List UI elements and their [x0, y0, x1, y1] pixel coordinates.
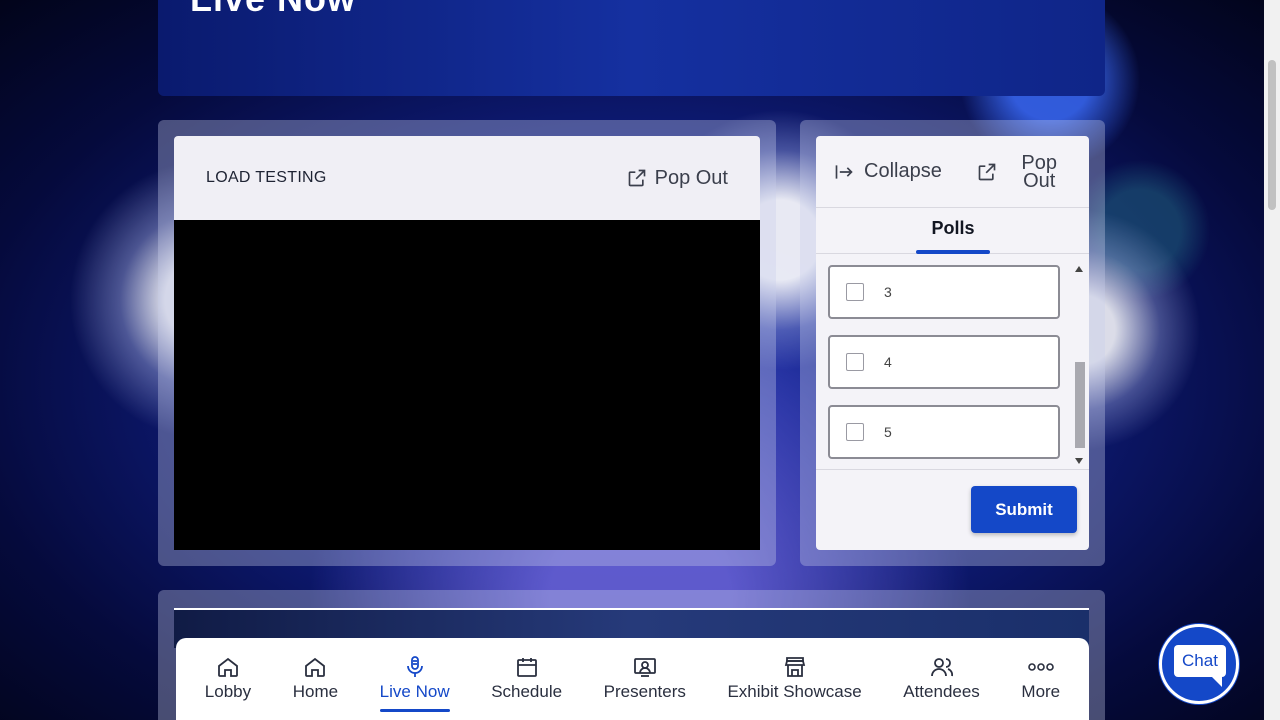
video-card: LOAD TESTING Pop Out — [174, 136, 760, 550]
video-header: LOAD TESTING Pop Out — [174, 136, 760, 220]
nav-label: Live Now — [379, 682, 450, 701]
collapse-arrow-icon — [835, 164, 853, 179]
house-icon — [215, 654, 241, 680]
nav-item-more[interactable]: More — [1021, 654, 1060, 712]
poll-option-label: 3 — [884, 284, 892, 300]
hero-banner: Live Now — [158, 0, 1105, 96]
scroll-down-arrow-icon[interactable] — [1075, 458, 1083, 464]
popout-line-2: Out — [1023, 169, 1056, 192]
page-scrollbar-thumb[interactable] — [1268, 60, 1276, 210]
poll-scrollbar-thumb[interactable] — [1075, 362, 1085, 448]
poll-checkbox[interactable] — [846, 283, 864, 301]
more-icon — [1027, 654, 1054, 680]
video-popout-label: Pop Out — [654, 166, 728, 189]
scroll-up-arrow-icon[interactable] — [1075, 266, 1083, 272]
nav-label: Lobby — [204, 682, 252, 701]
nav-item-schedule[interactable]: Schedule — [491, 654, 562, 712]
nav-label: Presenters — [603, 682, 686, 701]
side-panel: Collapse Pop Out Polls 3 4 5 Submit — [800, 120, 1105, 566]
users-icon — [929, 654, 955, 680]
submit-button[interactable]: Submit — [971, 486, 1077, 533]
nav-item-lobby[interactable]: Lobby — [205, 654, 251, 712]
poll-option[interactable]: 4 — [828, 335, 1060, 389]
side-popout-label: Pop Out — [1021, 153, 1057, 192]
side-tabs: Polls — [816, 208, 1089, 254]
bottom-nav: Lobby Home Live Now Schedule Presenters … — [176, 638, 1089, 720]
poll-option-label: 4 — [884, 354, 892, 370]
chat-bubble-icon: Chat — [1174, 645, 1226, 687]
side-popout-button[interactable]: Pop Out — [977, 153, 1057, 192]
poll-option[interactable]: 5 — [828, 405, 1060, 459]
nav-item-home[interactable]: Home — [293, 654, 338, 712]
page-scrollbar[interactable] — [1264, 0, 1280, 720]
side-card: Collapse Pop Out Polls 3 4 5 Submit — [816, 136, 1089, 550]
calendar-icon — [514, 654, 540, 680]
external-link-icon — [979, 163, 996, 180]
poll-option[interactable]: 3 — [828, 265, 1060, 319]
microphone-icon — [402, 654, 428, 680]
poll-option-label: 5 — [884, 424, 892, 440]
poll-checkbox[interactable] — [846, 353, 864, 371]
side-header: Collapse Pop Out — [816, 136, 1089, 208]
nav-item-exhibit-showcase[interactable]: Exhibit Showcase — [727, 654, 862, 712]
nav-label: Exhibit Showcase — [727, 682, 862, 701]
external-link-icon — [628, 169, 645, 187]
nav-label: More — [1021, 682, 1061, 701]
video-popout-button[interactable]: Pop Out — [627, 167, 728, 190]
chat-button[interactable]: Chat — [1159, 624, 1239, 704]
nav-label: Attendees — [903, 682, 980, 701]
nav-label: Home — [292, 682, 339, 701]
poll-checkbox[interactable] — [846, 423, 864, 441]
video-panel: LOAD TESTING Pop Out — [158, 120, 776, 566]
hero-title: Live Now — [190, 0, 356, 20]
poll-scrollbar[interactable] — [1073, 264, 1085, 464]
presenter-icon — [632, 654, 658, 680]
store-icon — [782, 654, 808, 680]
collapse-button[interactable]: Collapse — [834, 160, 942, 183]
chat-label: Chat — [1182, 651, 1218, 670]
collapse-label: Collapse — [864, 160, 942, 182]
nav-label: Schedule — [491, 682, 563, 701]
tab-polls[interactable]: Polls — [916, 208, 990, 254]
video-player[interactable] — [174, 220, 760, 550]
nav-item-presenters[interactable]: Presenters — [604, 654, 686, 712]
house-icon — [302, 654, 328, 680]
session-title: LOAD TESTING — [206, 169, 327, 186]
poll-options-list[interactable]: 3 4 5 — [816, 254, 1089, 470]
nav-item-live-now[interactable]: Live Now — [379, 654, 450, 712]
nav-item-attendees[interactable]: Attendees — [903, 654, 980, 712]
